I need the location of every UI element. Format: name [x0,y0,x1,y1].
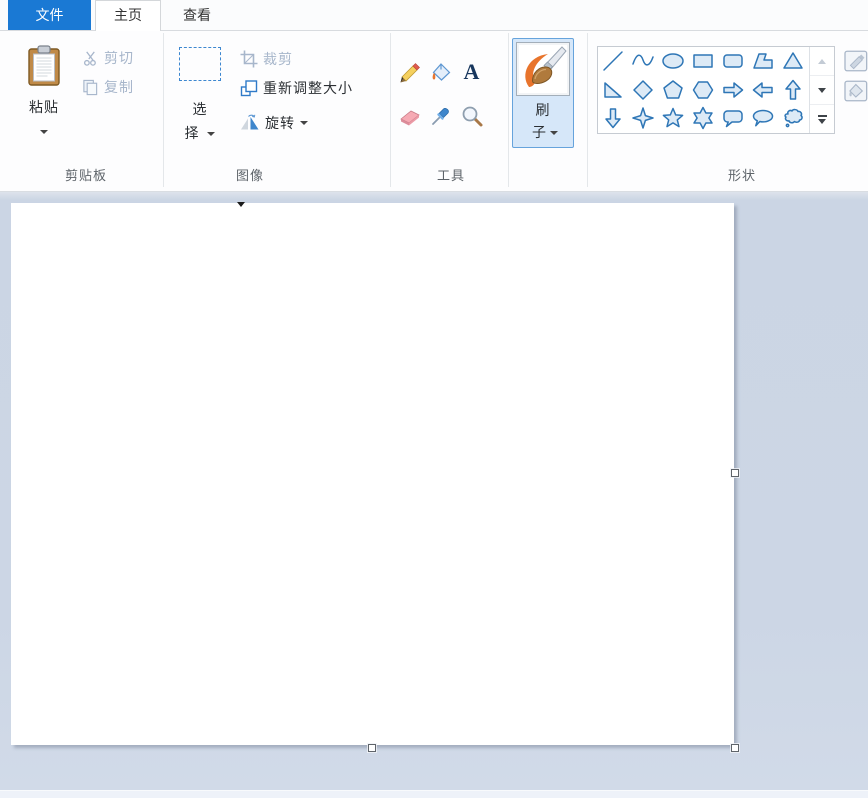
rotate-dropdown-arrow-icon[interactable] [300,121,308,125]
crop-label: 裁剪 [263,49,293,69]
group-separator [587,33,588,187]
magnifier-icon[interactable] [456,101,487,131]
tab-home[interactable]: 主页 [95,0,161,31]
workspace [0,192,868,790]
resize-button[interactable]: 重新调整大小 [240,77,353,99]
image-group-caption: 图像 [200,166,300,186]
shape-hexagon-icon[interactable] [688,76,718,104]
eraser-icon[interactable] [394,101,425,131]
group-separator [508,33,509,187]
select-button[interactable]: 选 择 [176,47,224,155]
scroll-up-icon [818,59,826,64]
shape-polygon-icon[interactable] [748,47,778,75]
select-label-line1: 选 [193,99,208,119]
shapes-more-button[interactable] [810,104,834,133]
shapes-gallery [597,46,835,134]
tools-group-caption: 工具 [401,166,501,186]
shape-arrow-up-icon[interactable] [778,76,808,104]
pencil-icon[interactable] [394,57,425,87]
ribbon: 粘贴 剪切 复制 剪贴板 选 择 [0,31,868,192]
tab-file[interactable]: 文件 [8,0,91,30]
shape-arrow-right-icon[interactable] [718,76,748,104]
brushes-label-line1: 刷 [513,100,573,120]
shape-diamond-icon[interactable] [628,76,658,104]
tab-view[interactable]: 查看 [163,0,231,30]
shapes-group-caption: 形状 [692,166,792,186]
fill-with-color-icon[interactable] [425,57,456,87]
shape-outline-icon [843,48,868,74]
rotate-label: 旋转 [265,113,295,133]
status-bar [0,790,868,798]
paint-window: 文件 主页 查看 粘贴 剪切 [0,0,868,798]
group-separator [163,33,164,187]
scroll-down-icon [818,88,826,93]
shapes-grid [598,47,809,133]
color-picker-icon[interactable] [425,101,456,131]
shape-callout-oval-icon[interactable] [748,104,778,132]
shape-fill-button[interactable] [843,78,868,104]
shapes-scrollbar [809,47,834,133]
copy-button[interactable]: 复制 [82,76,134,98]
more-shapes-icon [818,115,827,117]
shape-triangle-icon[interactable] [778,47,808,75]
canvas-cursor-mark [237,202,245,207]
brushes-dropdown-arrow-icon[interactable] [550,131,558,135]
shape-star-4-icon[interactable] [628,104,658,132]
drawing-canvas[interactable] [11,203,734,745]
paste-button[interactable]: 粘贴 [16,39,72,161]
shape-ellipse-icon[interactable] [658,47,688,75]
shape-callout-rounded-rectangle-icon[interactable] [718,104,748,132]
crop-button[interactable]: 裁剪 [240,48,293,70]
tools-grid: A [394,57,494,145]
select-dropdown-arrow-icon[interactable] [207,132,215,136]
paste-label: 粘贴 [29,97,59,117]
brushes-button[interactable]: 刷 子 [512,38,574,148]
shape-pentagon-icon[interactable] [658,76,688,104]
shape-arrow-down-icon[interactable] [598,104,628,132]
shape-fill-icon [843,78,868,104]
shape-right-triangle-icon[interactable] [598,76,628,104]
copy-icon [82,79,99,96]
shape-arrow-left-icon[interactable] [748,76,778,104]
resize-icon [240,79,258,97]
shapes-scroll-up-button[interactable] [810,47,834,75]
select-label-line2: 择 [185,123,216,143]
cut-label: 剪切 [104,48,134,68]
shape-rectangle-icon[interactable] [688,47,718,75]
group-separator [390,33,391,187]
text-icon[interactable]: A [456,57,487,87]
shape-rounded-rectangle-icon[interactable] [718,47,748,75]
resize-handle-bottom[interactable] [368,744,376,752]
shape-star-6-icon[interactable] [688,104,718,132]
shape-star-5-icon[interactable] [658,104,688,132]
shape-callout-cloud-icon[interactable] [778,104,808,132]
crop-icon [240,50,258,68]
ribbon-tab-strip: 文件 主页 查看 [0,0,868,31]
shape-curve-icon[interactable] [628,47,658,75]
paste-clipboard-icon [27,45,61,92]
brushes-label-line2: 子 [515,122,575,142]
resize-label: 重新调整大小 [263,78,353,98]
shapes-scroll-down-button[interactable] [810,75,834,104]
paste-dropdown-arrow-icon[interactable] [40,130,48,134]
shape-outline-button[interactable] [843,48,868,74]
rotate-icon [240,114,260,132]
scissors-icon [82,50,99,67]
resize-handle-corner[interactable] [731,744,739,752]
shape-line-icon[interactable] [598,47,628,75]
selection-rectangle-icon [179,47,221,81]
clipboard-group-caption: 剪贴板 [36,166,136,186]
resize-handle-right[interactable] [731,469,739,477]
brush-icon [516,42,570,96]
rotate-button[interactable]: 旋转 [240,112,308,134]
copy-label: 复制 [104,77,134,97]
cut-button[interactable]: 剪切 [82,47,134,69]
